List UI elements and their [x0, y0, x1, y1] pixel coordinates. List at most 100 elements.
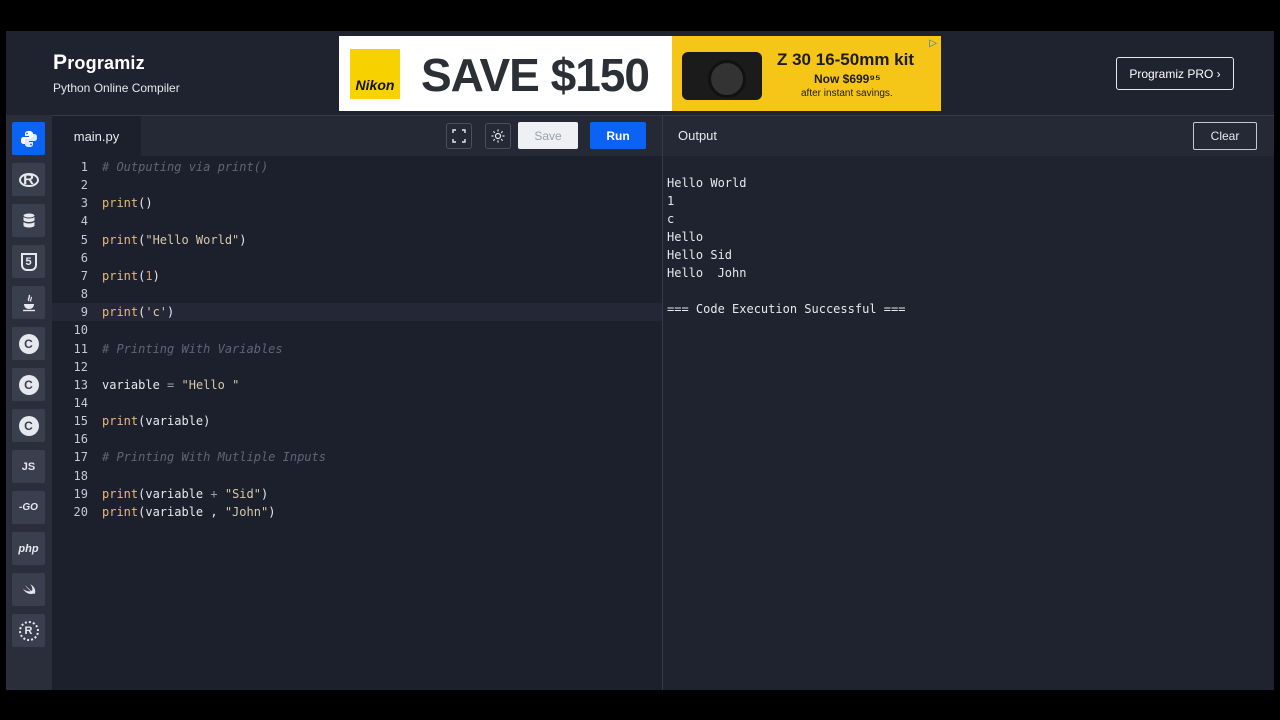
app-window: Programiz Python Online Compiler Nikon S… [6, 31, 1274, 690]
code-token: # Printing With Mutliple Inputs [102, 450, 326, 465]
code-line[interactable]: 18 [52, 467, 662, 485]
r-icon: R [18, 171, 39, 188]
sidebar-item-rust[interactable]: R [12, 614, 45, 647]
sidebar-item-r[interactable]: R [12, 163, 45, 196]
go-icon: -GO [19, 502, 38, 513]
line-number: 13 [73, 377, 88, 392]
sidebar-item-js[interactable]: JS [12, 450, 45, 483]
code-line[interactable]: 4 [52, 212, 662, 230]
code-token: print [102, 414, 139, 429]
language-sidebar: R 5 C C C JS -GO php R [6, 115, 52, 690]
ad-headline: SAVE $150 [421, 49, 650, 101]
java-icon [22, 294, 35, 311]
output-line: c [667, 212, 675, 226]
header: Programiz Python Online Compiler Nikon S… [6, 31, 1274, 115]
code-token: print [102, 504, 139, 519]
code-line[interactable]: 5 print("Hello World") [52, 231, 662, 249]
code-line[interactable]: 14 [52, 394, 662, 412]
tab-main-py[interactable]: main.py [52, 116, 141, 156]
sidebar-item-php[interactable]: php [12, 532, 45, 565]
output-line: Hello Sid [667, 248, 733, 262]
code-line[interactable]: 8 [52, 285, 662, 303]
line-number: 12 [73, 359, 88, 374]
line-number: 2 [80, 178, 88, 193]
code-line[interactable]: 13 variable = "Hello " [52, 376, 662, 394]
code-line[interactable]: 16 [52, 430, 662, 448]
output-line: Hello World [667, 176, 747, 190]
line-source: print("Hello World") [102, 231, 247, 249]
cpp-icon: C [18, 374, 39, 395]
programiz-logo[interactable]: Programiz Python Online Compiler [53, 51, 180, 95]
database-icon [23, 213, 34, 227]
theme-toggle-button[interactable] [485, 123, 511, 149]
advertisement-banner[interactable]: Nikon SAVE $150 Z 30 16-50mm kit Now $69… [339, 36, 941, 111]
code-token: + [210, 486, 218, 501]
clear-button[interactable]: Clear [1193, 122, 1257, 150]
code-token: ) [152, 268, 160, 283]
code-area[interactable]: 1 # Outputing via print() 2 3 print() 4 5 print… [52, 156, 662, 690]
ad-brand-logo: Nikon [350, 49, 400, 99]
code-token: "John" [224, 504, 269, 519]
code-line[interactable]: 2 [52, 176, 662, 194]
line-number: 15 [73, 414, 88, 429]
line-number: 14 [73, 395, 88, 410]
code-token: 'c' [145, 305, 168, 320]
code-line[interactable]: 3 print() [52, 194, 662, 212]
ad-choices-icon[interactable]: ▷ [929, 38, 937, 49]
sidebar-item-go[interactable]: -GO [12, 491, 45, 524]
line-number: 5 [80, 232, 88, 247]
code-token: print [102, 232, 139, 247]
sidebar-item-cpp[interactable]: C [12, 368, 45, 401]
line-source: # Printing With Mutliple Inputs [102, 448, 326, 466]
code-line[interactable]: 20 print(variable , "John") [52, 503, 662, 521]
code-line[interactable]: 17 # Printing With Mutliple Inputs [52, 448, 662, 466]
rust-icon: R [18, 620, 39, 641]
code-line[interactable]: 15 print(variable) [52, 412, 662, 430]
run-button[interactable]: Run [590, 122, 646, 149]
line-source: print(variable , "John") [102, 503, 275, 521]
sidebar-item-java[interactable] [12, 286, 45, 319]
code-token: variable [102, 377, 168, 392]
sidebar-item-c[interactable]: C [12, 327, 45, 360]
line-source: # Printing With Variables [102, 340, 283, 358]
code-token: ) [260, 486, 269, 501]
code-line[interactable]: 6 [52, 249, 662, 267]
save-button[interactable]: Save [518, 122, 578, 149]
line-number: 19 [73, 486, 88, 501]
swift-icon [22, 583, 35, 594]
line-number: 17 [73, 450, 88, 465]
code-line[interactable]: 7 print(1) [52, 267, 662, 285]
code-token: (variable , [138, 504, 225, 519]
code-token: print [102, 196, 139, 211]
line-source: print(variable + "Sid") [102, 485, 268, 503]
output-console[interactable]: Hello World 1 c Hello Hello Sid Hello John ===… [667, 174, 905, 318]
line-source: print(variable) [102, 412, 210, 430]
code-line[interactable]: 10 [52, 321, 662, 339]
output-line: 1 [667, 194, 675, 208]
code-line[interactable]: 9 print('c') [52, 303, 662, 322]
code-line[interactable]: 19 print(variable + "Sid") [52, 485, 662, 503]
sidebar-item-html[interactable]: 5 [12, 245, 45, 278]
sidebar-item-swift[interactable] [12, 573, 45, 606]
line-number: 4 [80, 214, 88, 229]
sidebar-item-sql[interactable] [12, 204, 45, 237]
sidebar-item-csharp[interactable]: C [12, 409, 45, 442]
ad-savings-note: after instant savings. [801, 88, 893, 99]
ad-price: Now $699⁹⁵ [814, 72, 881, 86]
programiz-pro-button[interactable]: Programiz PRO › [1116, 57, 1234, 90]
page-subtitle: Python Online Compiler [53, 81, 180, 95]
code-line[interactable]: 11 # Printing With Variables [52, 340, 662, 358]
code-token: # Printing With Variables [102, 341, 283, 356]
code-line[interactable]: 1 # Outputing via print() [52, 158, 662, 176]
fullscreen-button[interactable] [446, 123, 472, 149]
line-source: print('c') [102, 303, 174, 321]
sidebar-item-python[interactable] [12, 122, 45, 155]
code-token: ) [167, 305, 175, 320]
c-icon: C [18, 333, 39, 354]
logo-text: rogramiz [67, 52, 145, 73]
code-token: ) [268, 504, 276, 519]
output-line: Hello John [667, 266, 747, 280]
code-line[interactable]: 12 [52, 358, 662, 376]
